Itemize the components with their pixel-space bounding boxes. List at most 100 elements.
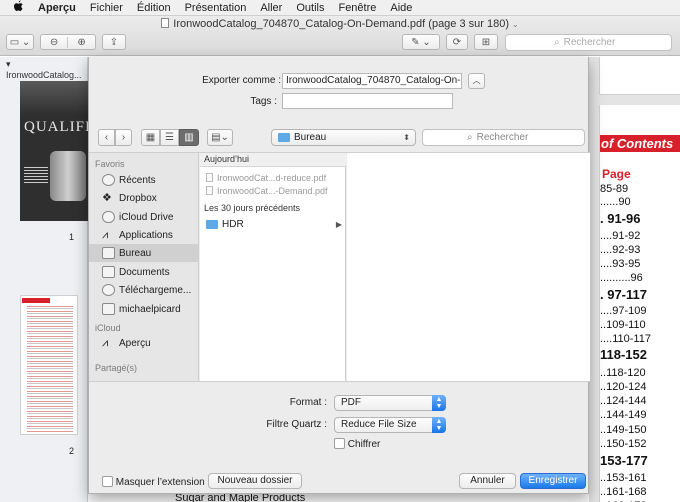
- zoom-in-icon[interactable]: ⊕: [68, 37, 95, 48]
- share-icon: ⇪: [109, 36, 119, 48]
- file-row[interactable]: IronwoodCat...d-reduce.pdf: [200, 171, 346, 184]
- folder-icon: [206, 220, 218, 229]
- back-button[interactable]: ‹: [98, 129, 115, 146]
- toc-row: ......90: [600, 196, 631, 208]
- export-options: Format : PDF ▲ ▼ Filtre Quartz : Reduce Fi…: [89, 383, 590, 459]
- markup-button[interactable]: ✎ ⌄: [402, 34, 440, 50]
- chevron-right-icon: ›: [121, 132, 126, 143]
- encrypt-label: Chiffrer: [347, 439, 381, 450]
- toolbar-search-field[interactable]: ⌕ Rechercher: [505, 34, 672, 51]
- quartz-filter-popup[interactable]: Reduce File Size ▲ ▼: [334, 417, 446, 433]
- thumbnail-header-bar: [22, 298, 50, 303]
- menu-go[interactable]: Aller: [260, 2, 282, 14]
- sidebar-item-documents[interactable]: Documents: [89, 263, 199, 281]
- toc-row: ..120-124: [600, 381, 647, 393]
- list-view-button[interactable]: ☰: [160, 129, 179, 146]
- rotate-icon: ⟳: [452, 36, 462, 48]
- previous-30-days-header: Les 30 jours précédents: [204, 203, 301, 213]
- sidebar-item-applications[interactable]: ⩘ Applications: [89, 226, 199, 244]
- column-view-button[interactable]: ▥: [179, 129, 199, 146]
- menu-tools[interactable]: Outils: [296, 2, 324, 14]
- toolbox-button[interactable]: ⊞: [474, 34, 498, 50]
- menu-view[interactable]: Présentation: [185, 2, 247, 14]
- forward-button[interactable]: ›: [115, 129, 132, 146]
- sidebar-item-home[interactable]: michaelpicard: [89, 300, 199, 318]
- toc-row: ..149-150: [600, 424, 647, 436]
- location-label: Bureau: [294, 132, 327, 143]
- current-page: of Contents Page 85-89 ......90 . 91-96...…: [599, 105, 680, 502]
- window-title-text: IronwoodCatalog_704870_Catalog-On-Demand…: [173, 18, 510, 30]
- dialog-search-placeholder: Rechercher: [476, 132, 529, 143]
- thumbnail-cover-image: [50, 151, 86, 201]
- sidebar-toggle-button[interactable]: ▭ ⌄: [6, 34, 34, 50]
- thumbnail-background: [20, 81, 90, 115]
- toc-row: ....110-117: [600, 333, 651, 345]
- page-thumbnail-2[interactable]: [20, 295, 78, 435]
- sidebar-item-downloads[interactable]: Téléchargeme...: [89, 281, 199, 299]
- quartz-filter-value: Reduce File Size: [341, 419, 417, 430]
- export-as-field[interactable]: IronwoodCatalog_704870_Catalog-On-: [282, 73, 462, 89]
- sidebar-item-desktop[interactable]: Bureau: [89, 244, 199, 262]
- encrypt-checkbox[interactable]: [334, 438, 345, 449]
- menu-window[interactable]: Fenêtre: [338, 2, 376, 14]
- columns-icon: ▥: [184, 132, 194, 143]
- icon-view-button[interactable]: ▦: [141, 129, 160, 146]
- menu-help[interactable]: Aide: [390, 2, 412, 14]
- expand-dialog-button[interactable]: ︿: [468, 73, 485, 89]
- chevron-down-icon[interactable]: ⌄: [512, 20, 519, 29]
- location-popup[interactable]: Bureau ⬍: [271, 129, 416, 146]
- folder-icon: [278, 133, 290, 142]
- apple-menu-icon[interactable]: [10, 0, 26, 15]
- hide-extension-label: Masquer l’extension: [115, 477, 205, 488]
- save-button[interactable]: Enregistrer: [520, 473, 586, 489]
- new-folder-button[interactable]: Nouveau dossier: [208, 473, 302, 489]
- gallery-icon: ▤⌄: [211, 132, 229, 143]
- pdf-document-icon: [161, 18, 170, 28]
- icloud-header: iCloud: [95, 323, 121, 333]
- toc-row: ..118-120: [600, 367, 646, 379]
- document-view[interactable]: of Contents Page 85-89 ......90 . 91-96...…: [589, 57, 680, 502]
- toc-title-bar: of Contents: [600, 135, 680, 152]
- page-thumbnail-1[interactable]: QUALIFIRS: [20, 81, 90, 221]
- search-icon: ⌕: [554, 37, 560, 48]
- dropbox-icon: ❖: [102, 192, 112, 204]
- dialog-search-field[interactable]: ⌕ Rechercher: [422, 129, 585, 146]
- sidebar-item-label: iCloud Drive: [119, 211, 174, 223]
- toc-row: ..109-110: [600, 319, 646, 331]
- page-number-2: 2: [69, 446, 75, 456]
- menu-app[interactable]: Aperçu: [38, 2, 76, 14]
- format-popup[interactable]: PDF ▲ ▼: [334, 395, 446, 411]
- gallery-view-button[interactable]: ▤⌄: [207, 129, 233, 146]
- file-row[interactable]: IronwoodCat...-Demand.pdf: [200, 184, 346, 197]
- menu-file[interactable]: Fichier: [90, 2, 123, 14]
- dialog-navigation-row: ‹ › ▦ ☰ ▥ ▤⌄ Bureau ⬍ ⌕ Rechercher: [89, 125, 590, 151]
- folder-row-hdr[interactable]: HDR ▶: [200, 217, 346, 232]
- clock-icon: [102, 174, 115, 186]
- hide-extension-checkbox[interactable]: [102, 476, 113, 487]
- documents-icon: [102, 266, 115, 278]
- desktop-icon: [102, 247, 115, 259]
- share-button[interactable]: ⇪: [102, 34, 126, 50]
- toc-row: ..144-149: [600, 409, 647, 421]
- sidebar-item-label: Dropbox: [119, 192, 157, 204]
- toc-row: ....97-109: [600, 305, 647, 317]
- menu-edit[interactable]: Édition: [137, 2, 171, 14]
- sidebar-item-label: michaelpicard: [119, 303, 181, 315]
- cancel-button[interactable]: Annuler: [459, 473, 516, 489]
- sidebar-item-dropbox[interactable]: ❖ Dropbox: [89, 189, 199, 207]
- sidebar-item-icloud-drive[interactable]: iCloud Drive: [89, 208, 199, 226]
- window-toolbar: IronwoodCatalog_704870_Catalog-On-Demand…: [0, 16, 680, 56]
- favorites-header: Favoris: [95, 159, 125, 169]
- thumbnail-cover-text: [24, 167, 48, 185]
- zoom-out-icon[interactable]: ⊖: [41, 36, 69, 48]
- tags-field[interactable]: [282, 93, 453, 109]
- home-icon: [102, 303, 115, 315]
- toc-row: 153-177: [600, 453, 648, 468]
- applications-icon: ⩘: [102, 229, 109, 241]
- sidebar-item-label: Téléchargeme...: [119, 284, 192, 296]
- rotate-button[interactable]: ⟳: [446, 34, 468, 50]
- sidebar-item-recents[interactable]: Récents: [89, 171, 199, 189]
- menu-bar: Aperçu Fichier Édition Présentation Alle…: [0, 0, 680, 16]
- sidebar-item-preview[interactable]: ⩘ Aperçu: [89, 334, 199, 352]
- pdf-file-icon: [206, 173, 213, 182]
